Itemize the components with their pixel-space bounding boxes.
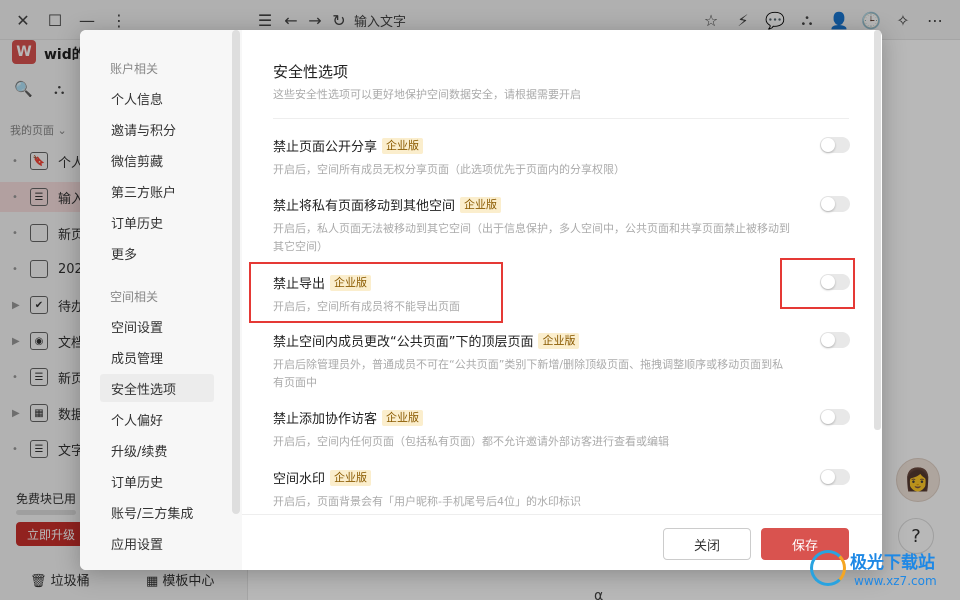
option-title: 禁止空间内成员更改“公共页面”下的顶层页面	[273, 335, 534, 350]
account-section-heading: 账户相关	[110, 62, 159, 76]
page-title: 安全性选项	[273, 63, 349, 81]
option-description: 开启后，空间所有成员无权分享页面（此选项优先于页面内的分享权限）	[273, 163, 625, 176]
nav-item-account[interactable]: 第三方账户	[100, 177, 214, 205]
nav-item-account[interactable]: 微信剪藏	[100, 146, 214, 174]
option-description: 开启后除管理员外，普通成员不可在“公共页面”类别下新增/删除顶级页面、拖拽调整顺…	[273, 358, 784, 389]
option-toggle-switch[interactable]	[820, 409, 850, 425]
nav-item-space[interactable]: 账号/三方集成	[100, 498, 214, 526]
nav-item-space[interactable]: 成员管理	[100, 343, 214, 371]
option-description: 开启后，私人页面无法被移动到其它空间（出于信息保护，多人空间中，公共页面和共享页…	[273, 222, 790, 253]
enterprise-badge: 企业版	[382, 137, 424, 154]
nav-item-space[interactable]: 升级/续费	[100, 436, 214, 464]
modal-footer: 关闭 保存	[242, 514, 882, 570]
enterprise-badge: 企业版	[330, 469, 372, 486]
security-option: 禁止添加协作访客 企业版开启后，空间内任何页面（包括私有页面）都不允许邀请外部访客…	[273, 408, 793, 451]
security-option: 空间水印 企业版开启后，页面背景会有「用户昵称-手机尾号后4位」的水印标识	[273, 468, 793, 511]
site-watermark: 极光下载站 www.xz7.com	[810, 546, 956, 596]
security-option: 禁止将私有页面移动到其他空间 企业版开启后，私人页面无法被移动到其它空间（出于信息…	[273, 195, 793, 256]
option-description: 开启后，页面背景会有「用户昵称-手机尾号后4位」的水印标识	[273, 495, 581, 508]
nav-item-account[interactable]: 更多	[100, 239, 214, 267]
watermark-logo-icon	[810, 550, 846, 586]
option-title: 禁止页面公开分享	[273, 140, 378, 155]
option-title-row: 禁止页面公开分享 企业版	[273, 136, 793, 155]
nav-item-account[interactable]: 个人信息	[100, 84, 214, 112]
nav-item-security-active[interactable]: 安全性选项	[100, 374, 214, 402]
enterprise-badge: 企业版	[382, 409, 424, 426]
option-toggle-switch[interactable]	[820, 332, 850, 348]
option-description: 开启后，空间内任何页面（包括私有页面）都不允许邀请外部访客进行查看或编辑	[273, 435, 669, 448]
security-option: 禁止空间内成员更改“公共页面”下的顶层页面 企业版开启后除管理员外，普通成员不可在…	[273, 331, 793, 392]
highlight-box-option	[249, 262, 503, 323]
nav-scrollbar[interactable]	[232, 30, 240, 514]
option-toggle-switch[interactable]	[820, 196, 850, 212]
divider	[273, 118, 849, 119]
watermark-title: 极光下载站	[850, 553, 935, 573]
nav-item-space[interactable]: 个人偏好	[100, 405, 214, 433]
page-subtitle: 这些安全性选项可以更好地保护空间数据安全，请根据需要开启	[273, 88, 581, 101]
option-title: 空间水印	[273, 472, 326, 487]
nav-item-space[interactable]: 订单历史	[100, 467, 214, 495]
option-title-row: 空间水印 企业版	[273, 468, 793, 487]
enterprise-badge: 企业版	[460, 196, 502, 213]
option-toggle-switch[interactable]	[820, 137, 850, 153]
content-scrollbar[interactable]	[874, 30, 881, 430]
option-title-row: 禁止将私有页面移动到其他空间 企业版	[273, 195, 793, 214]
enterprise-badge: 企业版	[538, 332, 580, 349]
security-option: 禁止页面公开分享 企业版开启后，空间所有成员无权分享页面（此选项优先于页面内的分享…	[273, 136, 793, 179]
close-button[interactable]: 关闭	[663, 528, 751, 560]
nav-item-space[interactable]: 应用设置	[100, 529, 214, 557]
option-title-row: 禁止空间内成员更改“公共页面”下的顶层页面 企业版	[273, 331, 793, 350]
option-title-row: 禁止添加协作访客 企业版	[273, 408, 793, 427]
watermark-url: www.xz7.com	[854, 574, 937, 588]
settings-nav: 账户相关 个人信息 邀请与积分 微信剪藏 第三方账户 订单历史 更多 空间相关 空间设置成…	[80, 30, 242, 570]
option-title: 禁止添加协作访客	[273, 412, 378, 427]
space-section-heading: 空间相关	[110, 290, 159, 304]
highlight-box-toggle	[780, 258, 855, 309]
option-toggle-switch[interactable]	[820, 469, 850, 485]
nav-item-account[interactable]: 订单历史	[100, 208, 214, 236]
nav-item-account[interactable]: 邀请与积分	[100, 115, 214, 143]
option-title: 禁止将私有页面移动到其他空间	[273, 199, 456, 214]
nav-item-space[interactable]: 空间设置	[100, 312, 214, 340]
